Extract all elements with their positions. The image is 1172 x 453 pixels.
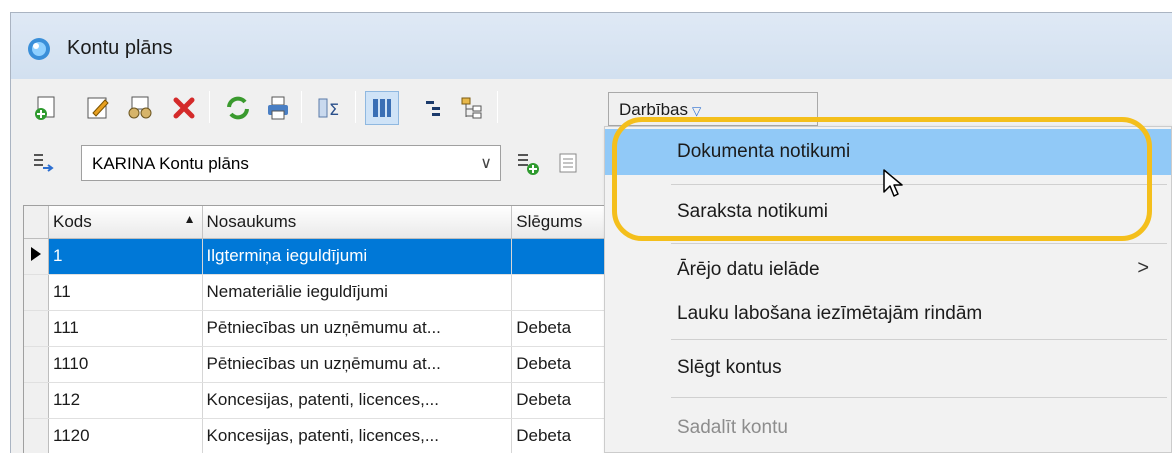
cell-nosaukums: Nemateriālie ieguldījumi: [202, 274, 513, 311]
cell-kods: 1110: [48, 346, 203, 383]
chevron-down-icon: ▽: [691, 104, 702, 118]
tree-icon[interactable]: [455, 91, 489, 125]
accounts-grid: Kods ▲ Nosaukums Slēgums 1 Ilgtermiņa ieg…: [23, 205, 643, 453]
cell-kods: 1: [48, 238, 203, 275]
mouse-cursor-icon: [883, 169, 903, 197]
menu-item-lauku-labosana[interactable]: Lauku labošana iezīmētajām rindām: [605, 291, 1171, 337]
cell-kods: 112: [48, 382, 203, 419]
print-icon[interactable]: [261, 91, 295, 125]
cell-nosaukums: Koncesijas, patenti, licences,...: [202, 418, 513, 453]
new-doc-icon[interactable]: [29, 91, 63, 125]
cell-nosaukums: Koncesijas, patenti, licences,...: [202, 382, 513, 419]
table-row[interactable]: 112 Koncesijas, patenti, licences,... De…: [24, 382, 642, 419]
sum-icon[interactable]: Σ: [313, 91, 347, 125]
columns-icon[interactable]: [365, 91, 399, 125]
import-icon[interactable]: [27, 146, 61, 180]
delete-icon[interactable]: [167, 91, 201, 125]
app-globe-icon: [28, 38, 50, 60]
list-icon[interactable]: [551, 146, 585, 180]
plan-select[interactable]: KARINA Kontu plāns ∨: [81, 145, 501, 181]
actions-label: Darbības: [619, 100, 688, 119]
tree-expand-icon[interactable]: [417, 91, 451, 125]
main-toolbar: Σ Darbības ▽: [11, 79, 1172, 133]
table-row[interactable]: 111 Pētniecības un uzņēmumu at... Debeta: [24, 310, 642, 347]
table-row[interactable]: 1110 Pētniecības un uzņēmumu at... Debet…: [24, 346, 642, 383]
svg-text:Σ: Σ: [329, 100, 339, 119]
edit-icon[interactable]: [81, 91, 115, 125]
cell-nosaukums: Ilgtermiņa ieguldījumi: [202, 238, 513, 275]
cell-kods: 1120: [48, 418, 203, 453]
table-row[interactable]: 1120 Koncesijas, patenti, licences,... D…: [24, 418, 642, 453]
add-plan-icon[interactable]: [511, 146, 545, 180]
cell-kods: 11: [48, 274, 203, 311]
chevron-down-icon: ∨: [480, 155, 492, 172]
menu-item-slegt-kontus[interactable]: Slēgt kontus: [605, 345, 1171, 391]
column-header-nosaukums[interactable]: Nosaukums: [202, 206, 513, 239]
cell-nosaukums: Pētniecības un uzņēmumu at...: [202, 310, 513, 347]
chevron-right-icon: >: [1137, 257, 1149, 279]
table-row[interactable]: 11 Nemateriālie ieguldījumi: [24, 274, 642, 311]
column-header-kods[interactable]: Kods ▲: [48, 206, 203, 239]
cell-nosaukums: Pētniecības un uzņēmumu at...: [202, 346, 513, 383]
table-row[interactable]: 1 Ilgtermiņa ieguldījumi: [24, 238, 642, 275]
plan-select-value: KARINA Kontu plāns: [92, 154, 249, 173]
sort-ascending-icon: ▲: [183, 211, 196, 226]
view-icon[interactable]: [123, 91, 157, 125]
cell-kods: 111: [48, 310, 203, 347]
current-row-indicator-icon: [24, 238, 49, 275]
row-indicator-header: [24, 206, 49, 239]
menu-item-sadalit-kontu: Sadalīt kontu: [677, 417, 788, 438]
refresh-icon[interactable]: [221, 91, 255, 125]
menu-item-arejo-datu-ielade[interactable]: Ārējo datu ielāde >: [605, 247, 1171, 293]
window-title: Kontu plāns: [67, 37, 173, 59]
actions-dropdown-button[interactable]: Darbības ▽: [608, 92, 818, 126]
title-bar: Kontu plāns: [11, 13, 1172, 79]
